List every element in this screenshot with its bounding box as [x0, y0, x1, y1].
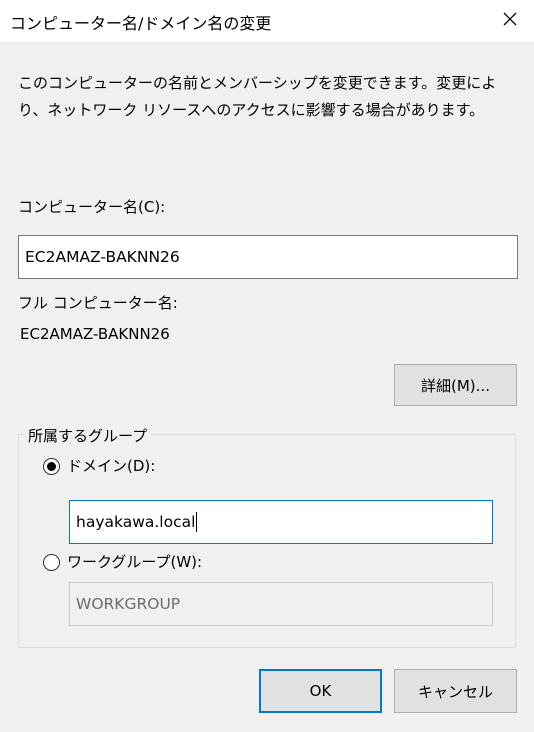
- radio-selected-dot: [47, 462, 56, 471]
- workgroup-value: WORKGROUP: [76, 595, 181, 613]
- domain-label[interactable]: ドメイン(D):: [67, 459, 155, 474]
- membership-legend: 所属するグループ: [24, 425, 152, 446]
- computer-name-value: EC2AMAZ-BAKNN26: [25, 248, 180, 266]
- ok-button[interactable]: OK: [259, 669, 382, 713]
- workgroup-input: WORKGROUP: [69, 582, 493, 626]
- computer-name-label: コンピューター名(C):: [18, 198, 166, 216]
- title-bar: コンピューター名/ドメイン名の変更: [0, 0, 534, 42]
- domain-input[interactable]: hayakawa.local: [69, 500, 493, 544]
- full-computer-name-label: フル コンピューター名:: [18, 294, 178, 312]
- computer-name-input[interactable]: EC2AMAZ-BAKNN26: [18, 235, 518, 279]
- text-caret: [196, 512, 198, 532]
- window-title: コンピューター名/ドメイン名の変更: [10, 14, 272, 33]
- description-text: このコンピューターの名前とメンバーシップを変更できます。変更により、ネットワーク…: [18, 74, 497, 119]
- full-computer-name-value: EC2AMAZ-BAKNN26: [20, 325, 170, 343]
- cancel-button[interactable]: キャンセル: [394, 669, 517, 713]
- dialog: コンピューター名/ドメイン名の変更 このコンピューターの名前とメンバーシップを変…: [0, 0, 534, 732]
- domain-radio[interactable]: [43, 458, 60, 475]
- workgroup-radio[interactable]: [43, 554, 60, 571]
- domain-value: hayakawa.local: [76, 513, 196, 531]
- workgroup-label[interactable]: ワークグループ(W):: [67, 555, 202, 570]
- details-button[interactable]: 詳細(M)...: [394, 364, 517, 406]
- close-icon[interactable]: [500, 9, 520, 29]
